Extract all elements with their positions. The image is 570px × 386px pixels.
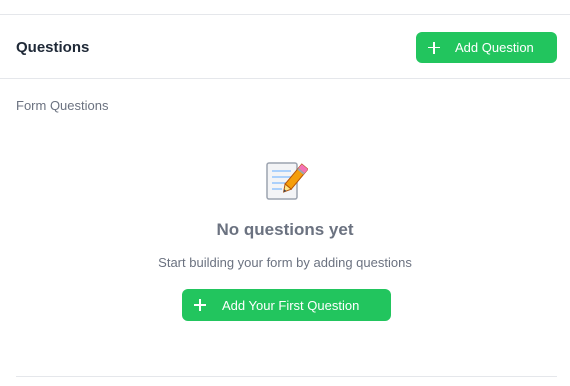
top-strip <box>0 0 570 15</box>
page-title: Questions <box>16 39 90 56</box>
bottom-divider <box>16 376 557 377</box>
questions-header: Questions Add Question <box>0 15 570 79</box>
memo-pencil-icon <box>262 160 309 204</box>
plus-icon <box>428 41 440 54</box>
empty-state-subtitle: Start building your form by adding quest… <box>158 255 412 270</box>
empty-state-title: No questions yet <box>216 220 354 239</box>
add-first-question-button[interactable]: Add Your First Question <box>182 289 391 321</box>
add-question-button[interactable]: Add Question <box>416 32 557 63</box>
section-label: Form Questions <box>16 98 109 113</box>
plus-icon <box>194 299 206 311</box>
add-first-question-label: Add Your First Question <box>222 297 360 313</box>
add-question-label: Add Question <box>455 40 534 55</box>
